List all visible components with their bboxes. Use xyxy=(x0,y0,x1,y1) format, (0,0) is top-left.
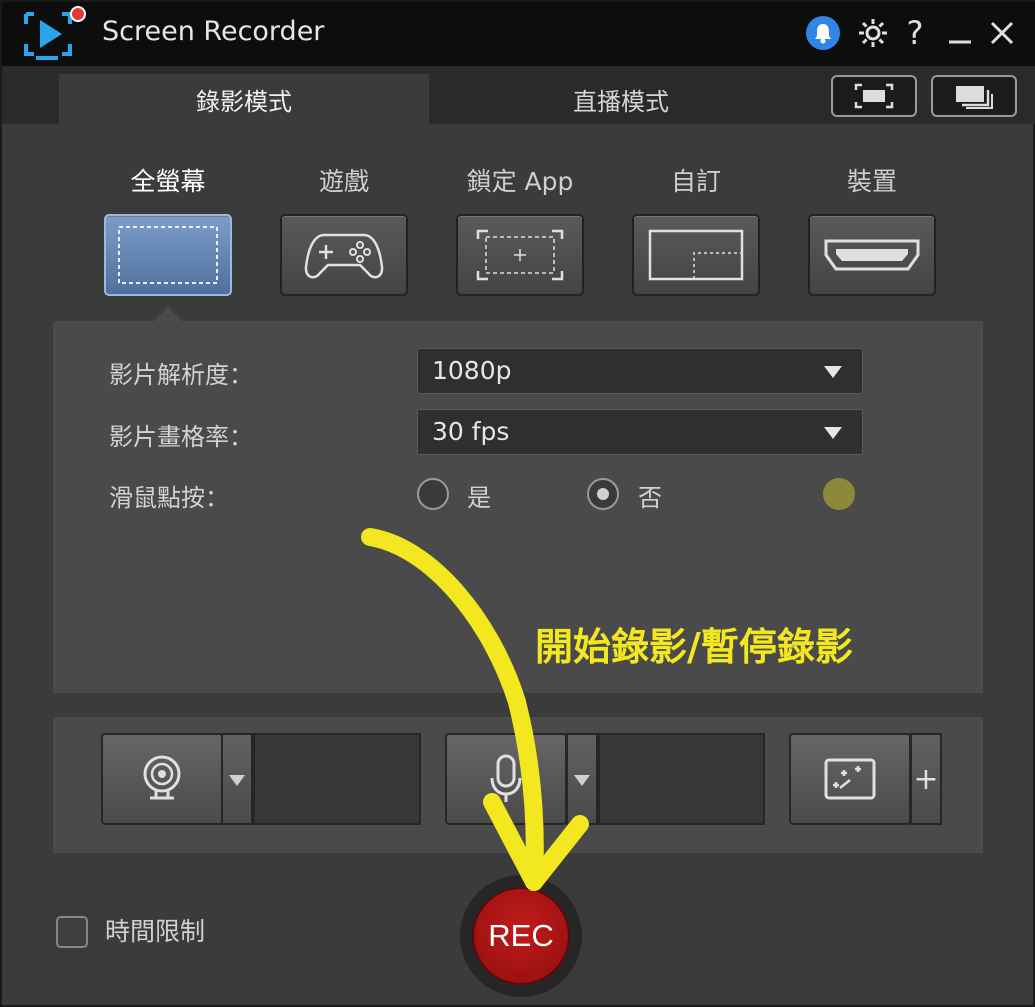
tab-record-mode[interactable]: 錄影模式 xyxy=(59,74,429,124)
mode-custom-label: 自訂 xyxy=(670,167,721,196)
webcam-preview xyxy=(253,733,421,825)
time-limit-label: 時間限制 xyxy=(105,917,206,946)
mouse-click-label: 滑鼠點按： xyxy=(109,484,229,512)
annotation-text: 開始錄影/暫停錄影 xyxy=(535,625,853,669)
device-bar: + xyxy=(53,717,983,853)
resolution-label: 影片解析度： xyxy=(109,361,253,389)
chevron-down-icon xyxy=(824,366,842,378)
time-limit-checkbox[interactable] xyxy=(56,916,88,948)
fullscreen-button[interactable] xyxy=(104,214,232,296)
framerate-label: 影片畫格率： xyxy=(109,423,253,451)
mode-tab-bar: 錄影模式 直播模式 xyxy=(2,66,1035,124)
lock-app-icon xyxy=(476,229,564,281)
lock-app-button[interactable] xyxy=(456,214,584,296)
app-title: Screen Recorder xyxy=(102,16,325,47)
chevron-down-icon xyxy=(824,427,842,439)
minimize-icon xyxy=(949,40,971,44)
microphone-icon xyxy=(490,754,522,802)
gamepad-icon xyxy=(304,233,384,279)
window-view-button[interactable] xyxy=(931,75,1017,117)
mouse-click-yes-radio[interactable] xyxy=(417,478,449,510)
mode-fullscreen-label: 全螢幕 xyxy=(130,167,206,196)
close-icon xyxy=(990,21,1014,45)
webcam-button[interactable] xyxy=(101,733,223,825)
mode-device[interactable]: 裝置 xyxy=(807,162,937,296)
mode-game[interactable]: 遊戲 xyxy=(279,162,409,296)
microphone-dropdown-button[interactable] xyxy=(566,733,598,825)
hdmi-device-icon xyxy=(824,239,920,271)
minimize-button[interactable] xyxy=(942,14,978,52)
bell-icon xyxy=(806,16,840,50)
help-button[interactable]: ? xyxy=(900,14,930,52)
microphone-level xyxy=(598,733,765,825)
app-logo-icon xyxy=(24,6,86,60)
mode-lock-app[interactable]: 鎖定 App xyxy=(455,162,585,296)
settings-button[interactable] xyxy=(855,14,891,52)
fullscreen-icon xyxy=(118,226,218,284)
mouse-click-no-label: 否 xyxy=(638,484,662,512)
mode-lock-app-label: 鎖定 App xyxy=(466,167,574,196)
microphone-button[interactable] xyxy=(445,733,567,825)
record-button[interactable]: REC xyxy=(472,887,570,985)
framerate-value: 30 fps xyxy=(432,417,510,446)
resolution-value: 1080p xyxy=(432,356,512,385)
mode-device-label: 裝置 xyxy=(846,167,897,196)
add-effect-button[interactable]: + xyxy=(910,733,942,825)
title-bar: Screen Recorder ? xyxy=(2,2,1035,66)
sparkle-effect-icon xyxy=(824,758,876,800)
webcam-dropdown-button[interactable] xyxy=(221,733,253,825)
mode-game-label: 遊戲 xyxy=(318,167,369,196)
effects-button[interactable] xyxy=(789,733,911,825)
mode-fullscreen[interactable]: 全螢幕 xyxy=(103,162,233,296)
framerate-dropdown[interactable]: 30 fps xyxy=(417,409,863,455)
custom-region-button[interactable] xyxy=(632,214,760,296)
screen-recorder-window: Screen Recorder ? 錄影模式 直播模式 全螢幕 遊戲 鎖定 Ap… xyxy=(0,0,1035,1007)
click-color-swatch[interactable] xyxy=(823,478,855,510)
resolution-dropdown[interactable]: 1080p xyxy=(417,348,863,394)
notification-button[interactable] xyxy=(805,14,841,52)
custom-region-icon xyxy=(648,229,744,281)
mode-custom[interactable]: 自訂 xyxy=(631,162,761,296)
help-icon: ? xyxy=(906,14,924,52)
device-button[interactable] xyxy=(808,214,936,296)
selected-mode-caret xyxy=(154,307,182,321)
close-button[interactable] xyxy=(984,14,1020,52)
gear-icon xyxy=(859,19,887,47)
mouse-click-no-radio[interactable] xyxy=(587,478,619,510)
tab-live-mode[interactable]: 直播模式 xyxy=(429,74,813,124)
webcam-icon xyxy=(143,755,181,800)
game-button[interactable] xyxy=(280,214,408,296)
fullscreen-view-button[interactable] xyxy=(831,75,917,117)
mouse-click-yes-label: 是 xyxy=(467,484,491,512)
fullscreen-view-icon xyxy=(854,83,894,109)
window-view-icon xyxy=(956,86,993,109)
